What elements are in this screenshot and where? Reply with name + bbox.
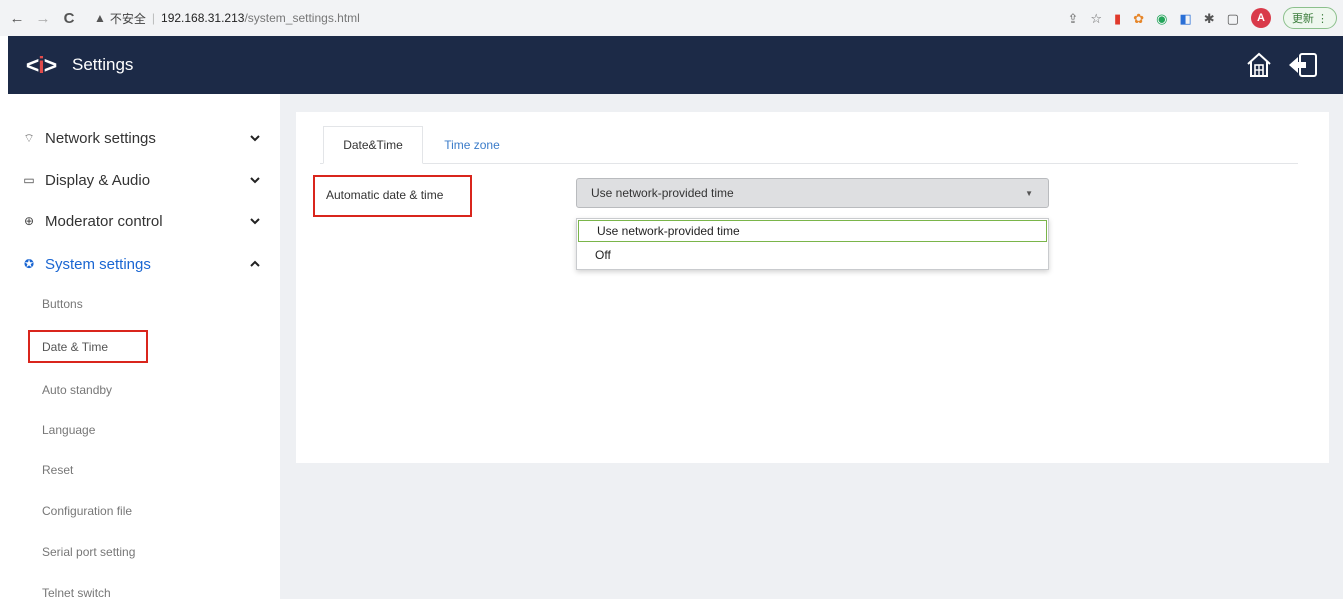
star-icon[interactable]: ☆ bbox=[1090, 12, 1102, 25]
logo-left: < bbox=[25, 51, 39, 78]
update-button[interactable]: 更新 ⋮ bbox=[1282, 7, 1337, 29]
page-title: Settings bbox=[72, 55, 134, 74]
green-ext-icon[interactable]: ◉ bbox=[1156, 12, 1167, 25]
sidebar-item-system-settings[interactable]: ✪ System settings bbox=[8, 249, 280, 279]
app-header: < i > Settings bbox=[8, 36, 1343, 94]
sidebar-item-label: System settings bbox=[45, 255, 151, 273]
header-actions bbox=[1245, 36, 1319, 94]
submenu-item-reset[interactable]: Reset bbox=[42, 461, 73, 479]
sidebar-icon[interactable]: ▢ bbox=[1227, 12, 1239, 25]
submenu-item-serial-port-setting[interactable]: Serial port setting bbox=[42, 543, 135, 561]
sidebar-item-moderator-control[interactable]: ⊕ Moderator control bbox=[8, 206, 280, 236]
security-label[interactable]: 不安全 bbox=[110, 10, 146, 27]
forward-icon[interactable]: → bbox=[32, 10, 54, 27]
submenu-item-configuration-file[interactable]: Configuration file bbox=[42, 502, 132, 520]
sidebar-item-label: Network settings bbox=[45, 129, 156, 147]
submenu-item-telnet-switch[interactable]: Telnet switch bbox=[42, 584, 111, 599]
submenu-item-language[interactable]: Language bbox=[42, 421, 95, 439]
warning-icon[interactable]: ▲ bbox=[94, 11, 106, 25]
chevron-down-icon[interactable] bbox=[248, 173, 262, 187]
logout-icon[interactable] bbox=[1287, 51, 1319, 79]
highlight-automatic-date-time bbox=[313, 175, 472, 217]
url-separator: | bbox=[151, 11, 156, 25]
submenu-item-auto-standby[interactable]: Auto standby bbox=[42, 381, 112, 399]
sidebar-item-label: Moderator control bbox=[45, 212, 163, 230]
browser-actions: ⇪ ☆ ▮ ✿ ◉ ◧ ✱ ▢ A 更新 ⋮ bbox=[1067, 0, 1337, 36]
submenu-item-buttons[interactable]: Buttons bbox=[42, 295, 83, 313]
gear-icon: ✪ bbox=[23, 257, 35, 271]
sidebar-item-display-audio[interactable]: ▭ Display & Audio bbox=[8, 165, 280, 195]
logo-right: > bbox=[43, 51, 57, 78]
sidebar-item-network-settings[interactable]: ⌔ Network settings bbox=[8, 123, 280, 153]
caret-down-icon: ▼ bbox=[1025, 189, 1033, 198]
automatic-date-time-select[interactable]: Use network-provided time ▼ bbox=[576, 178, 1049, 208]
url-host[interactable]: 192.168.31.213 bbox=[161, 11, 244, 25]
profile-avatar[interactable]: A bbox=[1250, 8, 1271, 28]
blue-ext-icon[interactable]: ◧ bbox=[1179, 12, 1191, 25]
tab-time-zone[interactable]: Time zone bbox=[430, 126, 514, 164]
select-value: Use network-provided time bbox=[591, 186, 734, 200]
chevron-up-icon[interactable] bbox=[248, 257, 262, 271]
browser-nav: ← → C bbox=[6, 10, 80, 27]
puzzle-icon[interactable]: ✱ bbox=[1204, 12, 1215, 25]
option-network-time[interactable]: Use network-provided time bbox=[578, 220, 1047, 242]
url-path[interactable]: /system_settings.html bbox=[244, 11, 359, 25]
sidebar: ⌔ Network settings ▭ Display & Audio ⊕ M… bbox=[8, 94, 280, 599]
settings-panel bbox=[296, 112, 1329, 463]
home-icon[interactable] bbox=[1245, 51, 1273, 79]
browser-toolbar: ← → C ▲ 不安全 | 192.168.31.213 /system_set… bbox=[0, 0, 1343, 36]
orange-ext-icon[interactable]: ✿ bbox=[1133, 12, 1144, 25]
chevron-down-icon[interactable] bbox=[248, 214, 262, 228]
highlight-date-time bbox=[28, 330, 148, 363]
option-off[interactable]: Off bbox=[577, 244, 1048, 266]
globe-icon: ⊕ bbox=[23, 214, 35, 228]
page: ← → C ▲ 不安全 | 192.168.31.213 /system_set… bbox=[0, 0, 1343, 599]
tab-date-time[interactable]: Date&Time bbox=[323, 126, 423, 164]
back-icon[interactable]: ← bbox=[6, 10, 28, 27]
monitor-icon: ▭ bbox=[23, 173, 35, 187]
reload-icon[interactable]: C bbox=[58, 10, 80, 27]
chevron-down-icon[interactable] bbox=[248, 131, 262, 145]
red-ext-icon[interactable]: ▮ bbox=[1114, 12, 1121, 25]
share-icon[interactable]: ⇪ bbox=[1067, 12, 1078, 25]
select-dropdown: Use network-provided time Off bbox=[576, 218, 1049, 270]
option-label: Off bbox=[595, 248, 611, 262]
logo: < i > bbox=[22, 50, 60, 80]
sidebar-item-label: Display & Audio bbox=[45, 171, 151, 189]
tab-bar: Date&Time Time zone bbox=[320, 126, 1298, 164]
wifi-icon: ⌔ bbox=[23, 130, 35, 145]
option-label: Use network-provided time bbox=[597, 224, 740, 238]
